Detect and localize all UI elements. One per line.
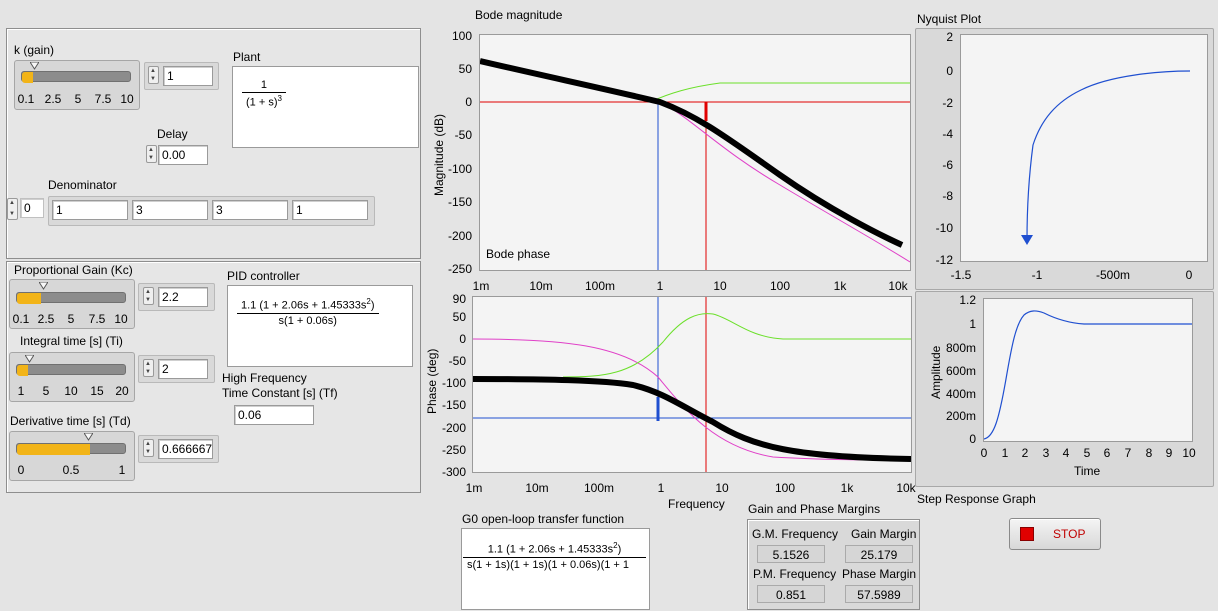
bode-phase-xlabel: Frequency [668, 497, 725, 511]
kc-label: Proportional Gain (Kc) [14, 263, 133, 277]
bode-phase-curves [473, 297, 911, 472]
kc-slider-fill [17, 293, 41, 304]
ti-slider-fill [17, 365, 28, 376]
td-spinner[interactable]: ▲ ▼ [143, 439, 154, 457]
step-response-title: Step Response Graph [917, 492, 1036, 506]
k-gain-slider-thumb[interactable] [30, 62, 39, 70]
phase-margin-label: Phase Margin [842, 567, 917, 581]
denominator-index[interactable]: 0 [20, 198, 44, 218]
delay-input[interactable]: 0.00 [158, 145, 208, 165]
kc-slider[interactable]: 0.1 2.5 5 7.5 10 [9, 279, 135, 329]
kc-input[interactable]: 2.2 [158, 287, 208, 307]
step-response-curve [984, 310, 1192, 440]
denominator-label: Denominator [48, 178, 117, 192]
bode-magnitude-curves [480, 58, 910, 270]
gm-frequency-label: G.M. Frequency [752, 527, 839, 541]
bode-magnitude-ylabel: Magnitude (dB) [432, 113, 446, 196]
stop-button-label: STOP [1053, 527, 1086, 541]
ti-slider[interactable]: 1 5 10 15 20 [9, 352, 135, 402]
phase-margin-value: 57.5989 [845, 585, 913, 603]
pid-transfer-function: 1.1 (1 + 2.06s + 1.45333s2) s(1 + 0.06s) [237, 297, 379, 327]
bode-phase-ylabel: Phase (deg) [425, 348, 439, 414]
k-gain-spinner[interactable]: ▲ ▼ [148, 66, 159, 84]
plant-transfer-function: 1 (1 + s)3 [242, 79, 286, 109]
denominator-element[interactable]: 1 [52, 200, 128, 220]
td-slider-fill [17, 444, 90, 455]
ti-spinner[interactable]: ▲ ▼ [143, 359, 154, 377]
stop-button[interactable]: STOP [1009, 518, 1101, 550]
margins-title: Gain and Phase Margins [748, 502, 881, 516]
nyquist-title: Nyquist Plot [917, 12, 982, 26]
gain-margin-value: 25.179 [845, 545, 913, 563]
denominator-element[interactable]: 1 [292, 200, 368, 220]
gm-frequency-value: 5.1526 [757, 545, 825, 563]
step-response-xlabel: Time [1074, 464, 1101, 478]
k-gain-slider-fill [22, 72, 33, 83]
ti-label: Integral time [s] (Ti) [20, 334, 123, 348]
ti-slider-thumb[interactable] [25, 355, 34, 363]
step-response-plot[interactable] [983, 298, 1193, 442]
bode-magnitude-title: Bode magnitude [475, 8, 563, 22]
k-gain-input[interactable]: 1 [163, 66, 213, 86]
td-slider-thumb[interactable] [84, 433, 93, 441]
nyquist-plot[interactable] [960, 34, 1208, 262]
pm-frequency-value: 0.851 [757, 585, 825, 603]
delay-label: Delay [157, 127, 188, 141]
delay-spinner[interactable]: ▲ ▼ [146, 145, 157, 163]
plant-label: Plant [233, 50, 261, 64]
stop-icon [1020, 527, 1034, 541]
ti-input[interactable]: 2 [158, 359, 208, 379]
denominator-index-spinner[interactable]: ▲ ▼ [7, 198, 18, 220]
k-gain-slider[interactable]: 0.1 2.5 5 7.5 10 [14, 60, 140, 110]
td-label: Derivative time [s] (Td) [10, 414, 131, 428]
bode-magnitude-plot[interactable]: Bode phase [479, 34, 911, 271]
tf-label-line-1: High Frequency [222, 371, 307, 385]
gain-margin-label: Gain Margin [851, 527, 917, 541]
g0-label: G0 open-loop transfer function [462, 512, 625, 526]
pm-frequency-label: P.M. Frequency [753, 567, 837, 581]
nyquist-curve [1021, 70, 1191, 245]
denominator-element[interactable]: 3 [132, 200, 208, 220]
denominator-element[interactable]: 3 [212, 200, 288, 220]
bode-phase-plot[interactable] [472, 296, 912, 473]
tf-label-line-2: Time Constant [s] (Tf) [222, 386, 338, 400]
td-input[interactable]: 0.666667 [158, 439, 213, 459]
td-slider[interactable]: 0 0.5 1 [9, 431, 135, 481]
kc-spinner[interactable]: ▲ ▼ [143, 287, 154, 305]
k-gain-label: k (gain) [14, 43, 55, 57]
pid-controller-label: PID controller [227, 269, 300, 283]
step-response-ylabel: Amplitude [929, 345, 943, 399]
bode-phase-overlay-label: Bode phase [486, 247, 551, 261]
g0-transfer-function: 1.1 (1 + 2.06s + 1.45333s2) s(1 + 1s)(1 … [463, 541, 646, 571]
kc-slider-thumb[interactable] [39, 282, 48, 290]
tf-input[interactable]: 0.06 [234, 405, 314, 425]
